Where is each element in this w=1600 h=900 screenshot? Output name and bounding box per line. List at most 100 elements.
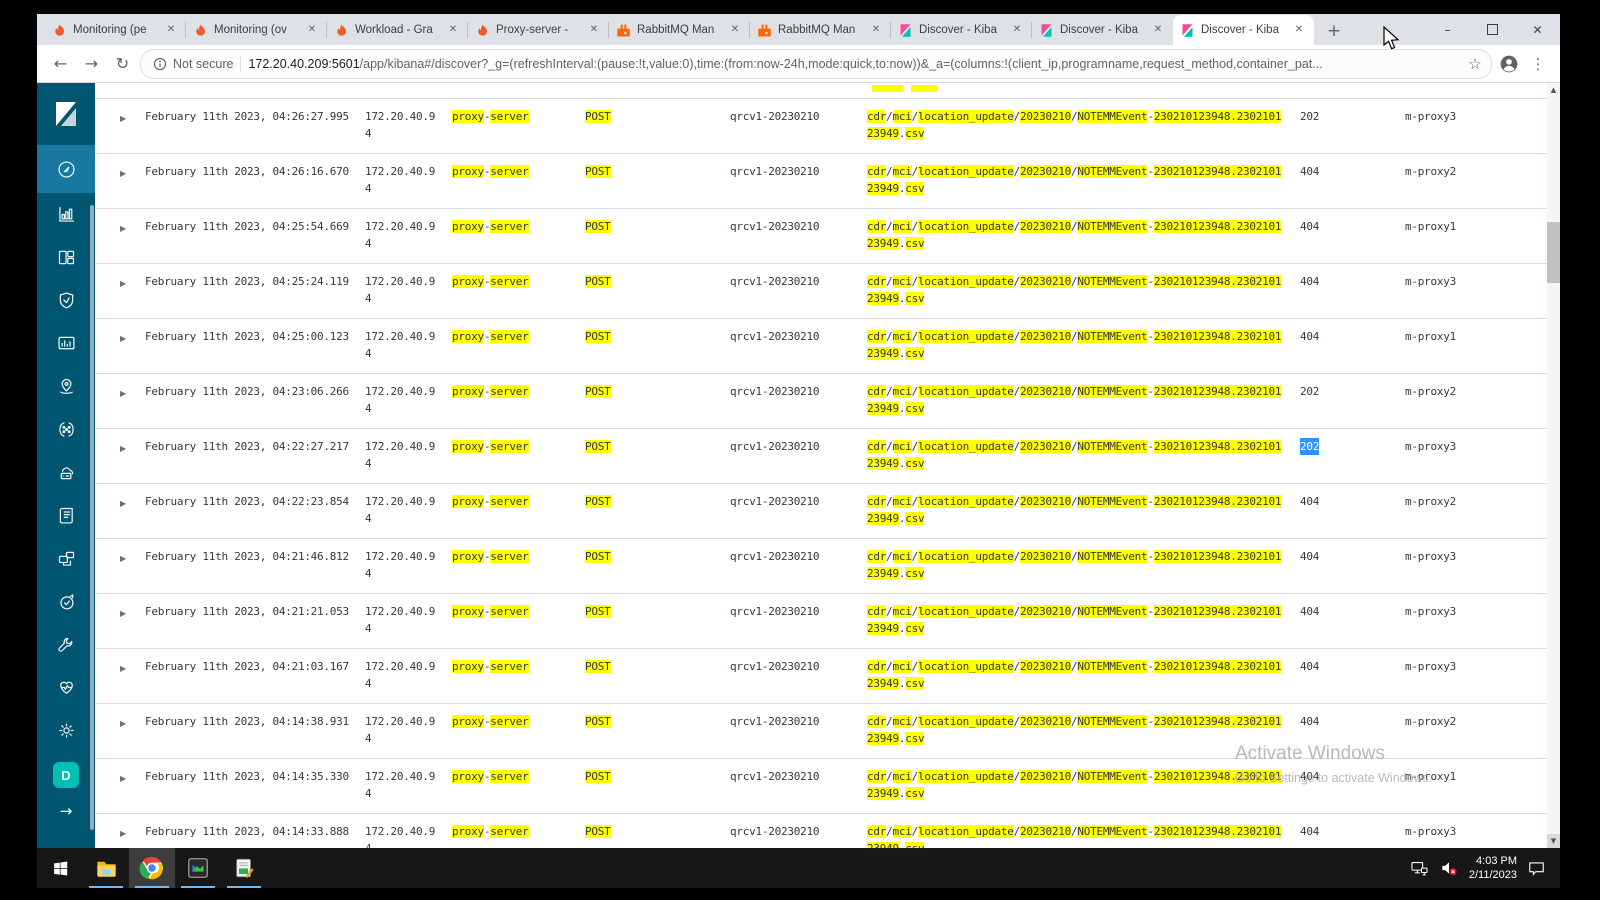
sidebar-item-machine-learning[interactable] xyxy=(37,408,95,451)
site-info-chip[interactable]: Not secure xyxy=(153,57,233,71)
browser-tab[interactable]: RabbitMQ Man ✕ xyxy=(749,15,891,45)
cell-host: qrcv1-20230210 xyxy=(730,440,820,453)
browser-tab[interactable]: Proxy-server - ✕ xyxy=(467,15,609,45)
volume-muted-icon[interactable] xyxy=(1439,858,1459,878)
browser-tab[interactable]: Monitoring (ov ✕ xyxy=(185,15,327,45)
forward-button[interactable]: → xyxy=(78,50,105,77)
minimize-button[interactable]: – xyxy=(1425,14,1470,45)
tab-close-icon[interactable]: ✕ xyxy=(445,22,461,38)
cell-request-method: POST xyxy=(585,220,611,233)
reload-button[interactable]: ↻ xyxy=(109,50,136,77)
cell-host: qrcv1-20230210 xyxy=(730,330,820,343)
sidebar-item-management[interactable] xyxy=(37,709,95,752)
browser-tab[interactable]: Discover - Kiba ✕ xyxy=(890,15,1032,45)
tab-close-icon[interactable]: ✕ xyxy=(1009,22,1025,38)
terminal-app-icon xyxy=(188,858,208,878)
expand-caret-icon[interactable]: ▶ xyxy=(120,330,126,347)
cell-proxy: m-proxy3 xyxy=(1405,275,1456,288)
browser-menu-icon[interactable]: ⋮ xyxy=(1526,55,1550,73)
bookmark-star-icon[interactable]: ☆ xyxy=(1463,55,1487,73)
sidebar-item-dev-tools[interactable] xyxy=(37,623,95,666)
cell-status-code: 202 xyxy=(1300,438,1320,455)
maximize-button[interactable] xyxy=(1470,14,1515,45)
action-center-icon[interactable] xyxy=(1527,859,1546,878)
expand-caret-icon[interactable]: ▶ xyxy=(120,770,126,787)
sidebar-scrollbar[interactable] xyxy=(90,205,94,830)
cell-status-code: 404 xyxy=(1300,770,1320,783)
tab-close-icon[interactable]: ✕ xyxy=(586,22,602,38)
expand-caret-icon[interactable]: ▶ xyxy=(120,110,126,127)
cell-request-method: POST xyxy=(585,550,611,563)
tab-close-icon[interactable]: ✕ xyxy=(1150,22,1166,38)
windows-logo-icon xyxy=(53,861,67,875)
sidebar-item-apm[interactable] xyxy=(37,537,95,580)
expand-caret-icon[interactable]: ▶ xyxy=(120,220,126,237)
scrollbar-thumb[interactable] xyxy=(1547,222,1560,283)
tab-close-icon[interactable]: ✕ xyxy=(304,22,320,38)
new-tab-button[interactable]: + xyxy=(1320,17,1348,45)
management-icon xyxy=(56,720,77,741)
tab-label: Discover - Kiba xyxy=(1201,24,1279,36)
editor-app-button[interactable] xyxy=(221,848,267,888)
expand-caret-icon[interactable]: ▶ xyxy=(120,495,126,512)
tab-close-icon[interactable]: ✕ xyxy=(163,22,179,38)
sidebar-item-monitoring[interactable] xyxy=(37,666,95,709)
taskbar-clock[interactable]: 4:03 PM 2/11/2023 xyxy=(1469,854,1517,882)
table-row: ▶ February 11th 2023, 04:26:27.995 172.2… xyxy=(95,98,1560,153)
file-explorer-button[interactable] xyxy=(83,848,129,888)
expand-caret-icon[interactable]: ▶ xyxy=(120,165,126,182)
cell-request-method: POST xyxy=(585,385,611,398)
sidebar-item-logs[interactable] xyxy=(37,494,95,537)
tab-strip: Monitoring (pe ✕ Monitoring (ov ✕ Workload -… xyxy=(37,14,1560,45)
sidebar-item-timelion[interactable] xyxy=(37,279,95,322)
cell-time: February 11th 2023, 04:26:16.670 xyxy=(145,165,349,178)
collapse-arrow-icon[interactable]: → xyxy=(60,802,73,820)
folder-icon xyxy=(96,861,116,877)
expand-caret-icon[interactable]: ▶ xyxy=(120,660,126,677)
cell-status-code: 404 xyxy=(1300,605,1320,618)
cell-request-method: POST xyxy=(585,440,611,453)
profile-avatar[interactable] xyxy=(1496,51,1522,77)
expand-caret-icon[interactable]: ▶ xyxy=(120,715,126,732)
browser-tab[interactable]: Workload - Gra ✕ xyxy=(326,15,468,45)
kibana-logo[interactable] xyxy=(37,83,95,145)
tab-close-icon[interactable]: ✕ xyxy=(868,22,884,38)
address-input[interactable]: Not secure 172.20.40.209:5601/app/kibana… xyxy=(140,48,1492,79)
sidebar-item-visualize[interactable] xyxy=(37,193,95,236)
expand-caret-icon[interactable]: ▶ xyxy=(120,440,126,457)
expand-caret-icon[interactable]: ▶ xyxy=(120,605,126,622)
sidebar-item-maps[interactable] xyxy=(37,365,95,408)
cell-request-method: POST xyxy=(585,165,611,178)
browser-tab[interactable]: Discover - Kiba ✕ xyxy=(1173,15,1314,45)
table-row: ▶ February 11th 2023, 04:25:00.123 172.2… xyxy=(95,318,1560,373)
tab-close-icon[interactable]: ✕ xyxy=(1291,22,1307,38)
sidebar-item-canvas[interactable] xyxy=(37,322,95,365)
space-switcher[interactable]: D xyxy=(53,762,79,788)
expand-caret-icon[interactable]: ▶ xyxy=(120,825,126,842)
browser-scrollbar[interactable]: ▲ ▼ xyxy=(1547,83,1560,848)
app-shortcut-button[interactable] xyxy=(175,848,221,888)
sidebar-item-dashboard[interactable] xyxy=(37,236,95,279)
close-button[interactable]: ✕ xyxy=(1515,14,1560,45)
expand-caret-icon[interactable]: ▶ xyxy=(120,275,126,292)
browser-tab[interactable]: RabbitMQ Man ✕ xyxy=(608,15,750,45)
scroll-down-icon[interactable]: ▼ xyxy=(1547,834,1560,848)
browser-tab[interactable]: Monitoring (pe ✕ xyxy=(45,15,186,45)
back-button[interactable]: ← xyxy=(47,50,74,77)
cell-programname: proxy-server xyxy=(452,220,529,233)
browser-tab[interactable]: Discover - Kiba ✕ xyxy=(1031,15,1173,45)
chrome-taskbar-button[interactable] xyxy=(129,848,175,888)
grafana-favicon xyxy=(334,23,349,38)
sidebar-item-infrastructure[interactable] xyxy=(37,451,95,494)
cell-client-ip: 172.20.40.94 xyxy=(365,165,436,195)
tab-close-icon[interactable]: ✕ xyxy=(727,22,743,38)
expand-caret-icon[interactable]: ▶ xyxy=(120,385,126,402)
sidebar-item-uptime[interactable] xyxy=(37,580,95,623)
expand-caret-icon[interactable]: ▶ xyxy=(120,550,126,567)
start-button[interactable] xyxy=(37,848,83,888)
grafana-favicon xyxy=(193,23,208,38)
monitoring-icon xyxy=(56,677,77,698)
sidebar-item-discover[interactable] xyxy=(37,145,95,193)
network-icon[interactable] xyxy=(1410,859,1429,878)
scroll-up-icon[interactable]: ▲ xyxy=(1547,83,1560,97)
